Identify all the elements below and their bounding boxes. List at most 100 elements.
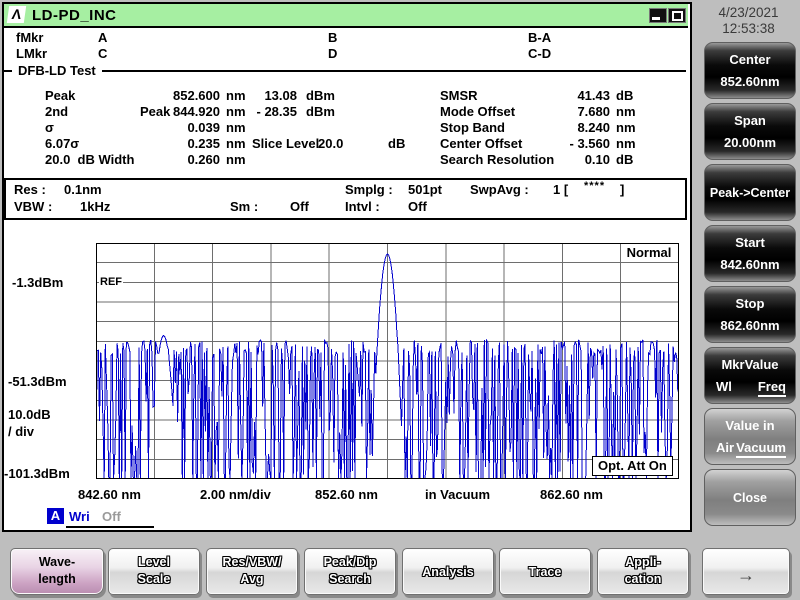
vbw-label: VBW : bbox=[14, 199, 52, 214]
menu-button-wavelength[interactable]: Wave- length bbox=[10, 548, 104, 595]
swpavg-stars: **** bbox=[584, 180, 605, 192]
menu-button-more[interactable]: → bbox=[702, 548, 790, 595]
softkey-center[interactable]: Center 852.60nm bbox=[704, 42, 796, 99]
softkey-value: 852.60nm bbox=[705, 74, 795, 89]
optical-attenuator-status: Opt. Att On bbox=[592, 456, 673, 476]
menu-label: Wave- bbox=[11, 555, 103, 569]
fmkr-a: A bbox=[98, 30, 107, 45]
menu-button-analysis[interactable]: Analysis bbox=[402, 548, 494, 595]
result-label: Peak bbox=[45, 88, 75, 103]
system-time: 12:53:38 bbox=[700, 21, 797, 36]
fmkr-b: B bbox=[328, 30, 337, 45]
marker-value-freq-option[interactable]: Freq bbox=[758, 379, 786, 397]
softkey-value-in[interactable]: Value in Air Vacuum bbox=[704, 408, 796, 465]
result-value: 20.0 bbox=[318, 136, 343, 151]
softkey-label: Value in bbox=[705, 418, 795, 433]
result-unit: dB bbox=[616, 88, 633, 103]
softkey-span[interactable]: Span 20.00nm bbox=[704, 103, 796, 160]
menu-button-application[interactable]: Appli- cation bbox=[597, 548, 689, 595]
swpavg-label: SwpAvg : bbox=[470, 182, 529, 197]
y-axis-scale: 10.0dB bbox=[8, 407, 51, 422]
result-label: Slice Level bbox=[252, 136, 319, 151]
result-label: 6.07σ bbox=[45, 136, 79, 151]
result-value: 844.920 bbox=[120, 104, 220, 119]
softkey-label: Center bbox=[705, 52, 795, 67]
softkey-label: Peak->Center bbox=[705, 186, 795, 200]
menu-label: Res/VBW/ bbox=[207, 555, 297, 569]
ref-line-label: REF bbox=[99, 276, 123, 288]
softkey-start[interactable]: Start 842.60nm bbox=[704, 225, 796, 282]
menu-label: Level bbox=[109, 555, 199, 569]
spectrum-plot bbox=[96, 243, 679, 479]
result-value: - 3.560 bbox=[540, 136, 610, 151]
menu-button-trace[interactable]: Trace bbox=[499, 548, 591, 595]
result-unit: nm bbox=[226, 136, 246, 151]
fmkr-b-a: B-A bbox=[528, 30, 551, 45]
active-trace-badge[interactable]: A bbox=[47, 508, 64, 524]
smoothing-label: Sm : bbox=[230, 199, 258, 214]
interval-value: Off bbox=[408, 199, 427, 214]
result-unit: nm bbox=[616, 136, 636, 151]
x-axis-stop: 862.60 nm bbox=[540, 487, 603, 502]
value-in-air-option[interactable]: Air bbox=[716, 440, 734, 458]
menu-label: length bbox=[11, 572, 103, 586]
result-label: Mode Offset bbox=[440, 104, 515, 119]
result-unit: dBm bbox=[306, 104, 335, 119]
y-axis-mid-level: -51.3dBm bbox=[8, 374, 67, 389]
result-label: Center Offset bbox=[440, 136, 522, 151]
maximize-button[interactable] bbox=[668, 8, 686, 23]
lmkr-c: C bbox=[98, 46, 107, 61]
softkey-value: 862.60nm bbox=[705, 318, 795, 333]
menu-label: Scale bbox=[109, 572, 199, 586]
lmkr-d: D bbox=[328, 46, 337, 61]
y-axis-ref-level: -1.3dBm bbox=[12, 275, 63, 290]
result-label: σ bbox=[45, 120, 54, 135]
more-arrow-icon: → bbox=[703, 565, 789, 586]
result-value: 0.039 bbox=[120, 120, 220, 135]
result-value: 7.680 bbox=[540, 104, 610, 119]
result-unit: nm bbox=[616, 120, 636, 135]
softkey-peak-to-center[interactable]: Peak->Center bbox=[704, 164, 796, 221]
menu-button-level-scale[interactable]: Level Scale bbox=[108, 548, 200, 595]
softkey-value: 20.00nm bbox=[705, 135, 795, 150]
result-unit: dB bbox=[388, 136, 405, 151]
marker-value-wl-option[interactable]: Wl bbox=[716, 379, 732, 397]
res-label: Res : bbox=[14, 182, 46, 197]
trace-status-underline bbox=[66, 526, 154, 528]
swpavg-value: 1 [ bbox=[553, 182, 568, 197]
result-label: Search Resolution bbox=[440, 152, 554, 167]
trace-display-state[interactable]: Off bbox=[102, 509, 121, 524]
y-axis-bottom-level: -101.3dBm bbox=[4, 466, 70, 481]
softkey-label: MkrValue bbox=[705, 357, 795, 372]
res-value: 0.1nm bbox=[64, 182, 102, 197]
result-unit: dB bbox=[616, 152, 633, 167]
sampling-label: Smplg : bbox=[345, 182, 393, 197]
softkey-marker-value[interactable]: MkrValue Wl Freq bbox=[704, 347, 796, 404]
softkey-stop[interactable]: Stop 862.60nm bbox=[704, 286, 796, 343]
value-in-vacuum-option[interactable]: Vacuum bbox=[736, 440, 786, 458]
result-value: 41.43 bbox=[540, 88, 610, 103]
menu-button-peak-dip-search[interactable]: Peak/Dip Search bbox=[304, 548, 396, 595]
result-unit: dBm bbox=[306, 88, 335, 103]
menu-label: Avg bbox=[207, 572, 297, 586]
system-date: 4/23/2021 bbox=[700, 5, 797, 20]
x-axis-scale-per-div: 2.00 nm/div bbox=[200, 487, 271, 502]
menu-label: Search bbox=[305, 572, 395, 586]
smoothing-value: Off bbox=[290, 199, 309, 214]
softkey-value: 842.60nm bbox=[705, 257, 795, 272]
menu-label: cation bbox=[598, 572, 688, 586]
result-label: 2nd bbox=[45, 104, 68, 119]
window-title: LD-PD_INC bbox=[32, 7, 117, 24]
x-axis-center: 852.60 nm bbox=[315, 487, 378, 502]
softkey-close[interactable]: Close bbox=[704, 469, 796, 526]
x-axis-start: 842.60 nm bbox=[78, 487, 141, 502]
trace-write-mode[interactable]: Wri bbox=[69, 509, 90, 524]
menu-label: Appli- bbox=[598, 555, 688, 569]
menu-label: Peak/Dip bbox=[305, 555, 395, 569]
x-axis-medium-note: in Vacuum bbox=[425, 487, 490, 502]
sampling-value: 501pt bbox=[408, 182, 442, 197]
minimize-button[interactable] bbox=[649, 8, 667, 23]
result-label: Stop Band bbox=[440, 120, 505, 135]
result-value: 0.235 bbox=[120, 136, 220, 151]
menu-button-res-vbw-avg[interactable]: Res/VBW/ Avg bbox=[206, 548, 298, 595]
